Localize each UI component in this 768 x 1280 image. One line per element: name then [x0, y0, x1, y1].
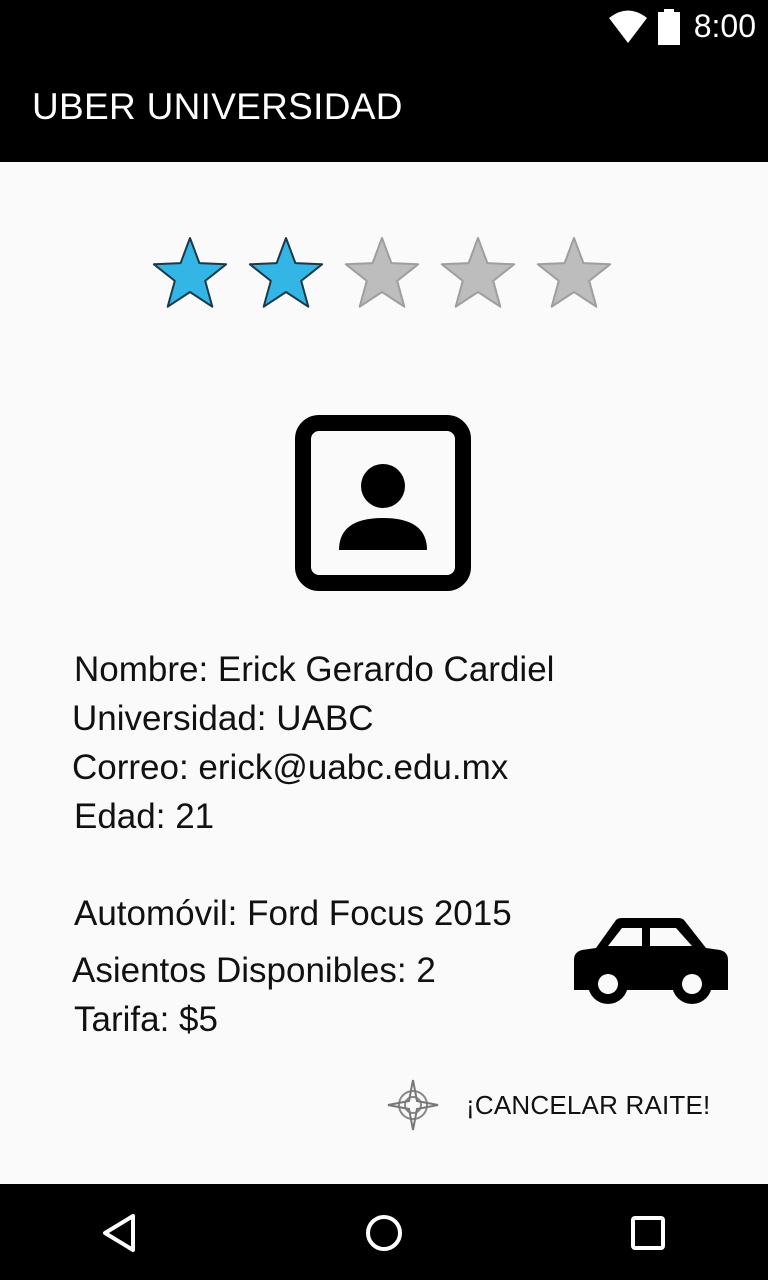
vehicle-seats: Asientos Disponibles: 2 [72, 951, 436, 990]
profile-name: Nombre: Erick Gerardo Cardiel [74, 650, 555, 689]
profile-university: Universidad: UABC [72, 699, 374, 738]
vehicle-fare: Tarifa: $5 [74, 1000, 218, 1039]
star-icon[interactable] [150, 236, 230, 312]
star-icon[interactable] [534, 236, 614, 312]
navigation-bar [0, 1184, 768, 1280]
star-icon[interactable] [342, 236, 422, 312]
recents-icon[interactable] [621, 1206, 675, 1260]
status-bar: 8:00 [0, 0, 768, 60]
back-icon[interactable] [93, 1206, 147, 1260]
status-time: 8:00 [693, 8, 756, 44]
profile-age: Edad: 21 [74, 797, 215, 836]
rating-bar[interactable] [150, 236, 630, 312]
home-icon[interactable] [357, 1206, 411, 1260]
account-box-icon [295, 415, 471, 591]
status-icons: 8:00 [608, 8, 756, 45]
star-icon[interactable] [438, 236, 518, 312]
wifi-icon [608, 10, 647, 43]
star-icon[interactable] [246, 236, 326, 312]
profile-email: Correo: erick@uabc.edu.mx [72, 748, 509, 787]
compass-icon [387, 1079, 439, 1131]
battery-icon [657, 8, 680, 45]
app-title: UBER UNIVERSIDAD [32, 86, 403, 127]
car-icon [574, 918, 728, 1004]
app-bar: UBER UNIVERSIDAD [0, 60, 768, 162]
vehicle-model: Automóvil: Ford Focus 2015 [74, 894, 512, 933]
cancel-ride-label: ¡CANCELAR RAITE! [466, 1089, 711, 1120]
cancel-ride-button[interactable]: ¡CANCELAR RAITE! [386, 1076, 726, 1134]
